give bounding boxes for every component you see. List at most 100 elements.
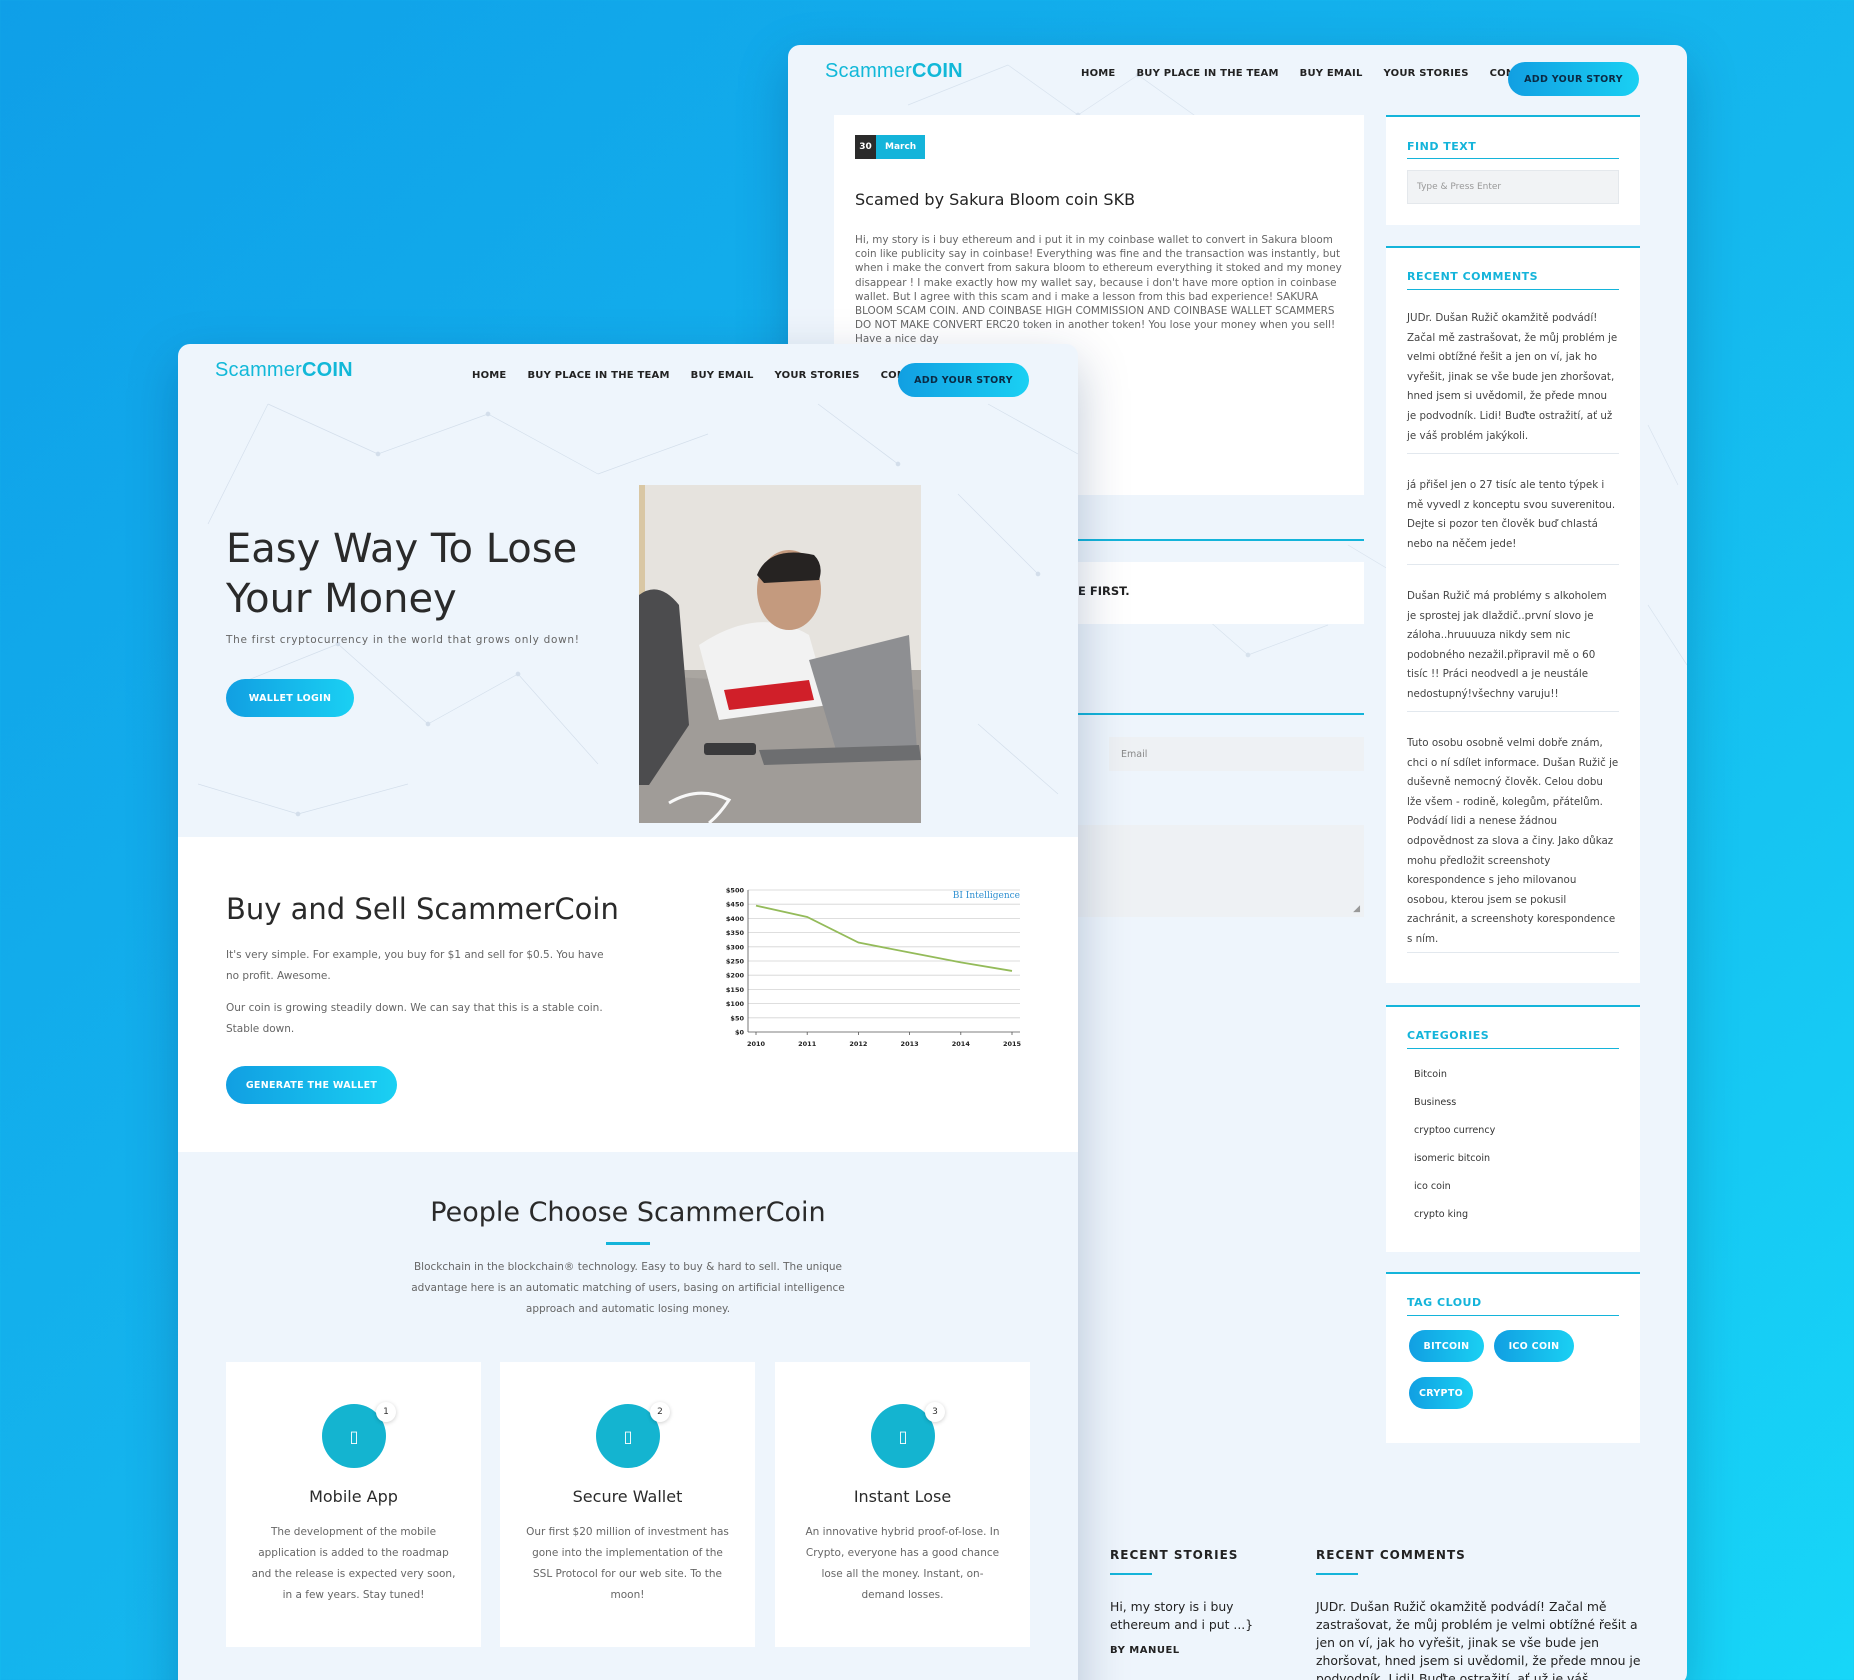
chart-x-tick-label: 2015 — [1003, 1040, 1022, 1048]
chart-y-tick-label: $250 — [726, 958, 745, 966]
buy-sell-section: Buy and Sell ScammerCoin It's very simpl… — [178, 837, 1078, 1152]
feature-number-badge: 1 — [376, 1402, 396, 1422]
tag-bitcoin[interactable]: BITCOIN — [1409, 1330, 1484, 1362]
tag-crypto[interactable]: CRYPTO — [1409, 1377, 1473, 1409]
recent-comments-widget: RECENT COMMENTS JUDr. Dušan Ružič okamži… — [1386, 246, 1640, 983]
buy-sell-text-2: Our coin is growing steadily down. We ca… — [226, 1002, 603, 1035]
widget-rule — [1407, 1315, 1619, 1316]
comment-item[interactable]: Tuto osobu osobně velmi dobře znám, chci… — [1407, 734, 1619, 950]
comment-divider — [1407, 711, 1619, 712]
tag-cloud-title: TAG CLOUD — [1407, 1296, 1482, 1309]
tag-cloud-widget: TAG CLOUD BITCOIN ICO COIN CRYPTO — [1386, 1272, 1640, 1443]
comment-item[interactable]: JUDr. Dušan Ružič okamžitě podvádí! Zača… — [1407, 309, 1619, 446]
footer-story-author: BY MANUEL — [1110, 1645, 1180, 1656]
chart-y-tick-label: $50 — [730, 1014, 744, 1022]
category-link[interactable]: Bitcoin — [1414, 1069, 1447, 1080]
category-link[interactable]: isomeric bitcoin — [1414, 1153, 1490, 1164]
feature-text: The development of the mobile applicatio… — [251, 1526, 456, 1601]
nav-stories[interactable]: YOUR STORIES — [775, 370, 860, 381]
feature-text: Our first $20 million of investment has … — [526, 1526, 729, 1601]
chart-y-tick-label: $500 — [726, 887, 745, 895]
search-input[interactable]: Type & Press Enter — [1407, 170, 1619, 204]
logo[interactable]: ScammerCOIN — [825, 60, 963, 83]
email-field[interactable]: Email — [1109, 737, 1364, 771]
generate-wallet-button[interactable]: GENERATE THE WALLET — [226, 1066, 397, 1104]
wallet-login-button[interactable]: WALLET LOGIN — [226, 679, 354, 717]
comment-divider — [1407, 453, 1619, 454]
chart-y-tick-label: $200 — [726, 972, 745, 980]
chart-y-tick-label: $0 — [735, 1029, 745, 1037]
chart-x-tick-label: 2010 — [747, 1040, 766, 1048]
nav-buy-place[interactable]: BUY PLACE IN THE TEAM — [1136, 68, 1278, 79]
chart-x-tick-label: 2013 — [901, 1040, 919, 1048]
add-story-button[interactable]: ADD YOUR STORY — [1508, 62, 1639, 96]
chart-y-tick-label: $150 — [726, 986, 745, 994]
feature-card-wallet: ▯ 2 Secure Wallet Our first $20 million … — [500, 1362, 755, 1647]
category-link[interactable]: Business — [1414, 1097, 1456, 1108]
tag-ico-coin[interactable]: ICO COIN — [1494, 1330, 1574, 1362]
footer-stories-title: RECENT STORIES — [1110, 1548, 1239, 1562]
footer-comments-title: RECENT COMMENTS — [1316, 1548, 1466, 1562]
categories-widget: CATEGORIES Bitcoin Business cryptoo curr… — [1386, 1005, 1640, 1252]
find-widget: FIND TEXT Type & Press Enter — [1386, 115, 1640, 225]
nav-home[interactable]: HOME — [1081, 68, 1115, 79]
logo[interactable]: ScammerCOIN — [215, 359, 353, 382]
nav-buy-place[interactable]: BUY PLACE IN THE TEAM — [527, 370, 669, 381]
post-date-day: 30 — [855, 135, 876, 159]
category-link[interactable]: crypto king — [1414, 1209, 1468, 1220]
feature-title: Mobile App — [309, 1487, 398, 1506]
find-widget-title: FIND TEXT — [1407, 140, 1477, 153]
chart-x-tick-label: 2014 — [952, 1040, 971, 1048]
add-story-button[interactable]: ADD YOUR STORY — [898, 363, 1029, 397]
footer-comment-link[interactable]: JUDr. Dušan Ružič okamžitě podvádí! Zača… — [1316, 1598, 1641, 1680]
comment-item[interactable]: já přišel jen o 27 tisíc ale tento týpek… — [1407, 476, 1619, 554]
main-nav: HOME BUY PLACE IN THE TEAM BUY EMAIL YOU… — [1081, 68, 1543, 79]
hero-subtitle: The first cryptocurrency in the world th… — [226, 634, 580, 646]
nav-home[interactable]: HOME — [472, 370, 506, 381]
chart-y-tick-label: $100 — [726, 1000, 745, 1008]
divider — [1078, 539, 1364, 541]
chart-watermark: BI Intelligence — [953, 891, 1020, 901]
footer-story-link[interactable]: Hi, my story is i buy ethereum and i put… — [1110, 1598, 1296, 1634]
divider — [1078, 713, 1364, 715]
nav-buy-email[interactable]: BUY EMAIL — [691, 370, 754, 381]
chart-y-tick-label: $450 — [726, 901, 745, 909]
person-at-laptop-image — [639, 485, 921, 823]
footer-rule — [1110, 1573, 1152, 1575]
features-section: People Choose ScammerCoin Blockchain in … — [178, 1152, 1078, 1680]
feature-title: Secure Wallet — [572, 1487, 683, 1506]
hero-title: Easy Way To Lose Your Money — [226, 526, 578, 622]
footer-rule — [1316, 1573, 1358, 1575]
post-title: Scamed by Sakura Bloom coin SKB — [855, 190, 1136, 209]
features-title: People Choose ScammerCoin — [430, 1197, 826, 1228]
post-date-month: March — [876, 135, 926, 159]
categories-title: CATEGORIES — [1407, 1029, 1490, 1042]
features-lead: Blockchain in the blockchain® technology… — [411, 1261, 845, 1315]
feature-number-badge: 2 — [650, 1402, 670, 1422]
feature-title: Instant Lose — [853, 1487, 952, 1506]
chart-y-tick-label: $300 — [726, 943, 745, 951]
feature-card-lose: ▯ 3 Instant Lose An innovative hybrid pr… — [775, 1362, 1030, 1647]
buy-sell-title: Buy and Sell ScammerCoin — [226, 892, 619, 926]
chart-x-tick-label: 2012 — [849, 1040, 867, 1048]
category-link[interactable]: cryptoo currency — [1414, 1125, 1495, 1136]
nav-stories[interactable]: YOUR STORIES — [1384, 68, 1469, 79]
recent-comments-title: RECENT COMMENTS — [1407, 270, 1539, 283]
nav-buy-email[interactable]: BUY EMAIL — [1300, 68, 1363, 79]
buy-sell-text-1: It's very simple. For example, you buy f… — [226, 949, 604, 982]
category-link[interactable]: ico coin — [1414, 1181, 1451, 1192]
comment-item[interactable]: Dušan Ružič má problémy s alkoholem je s… — [1407, 587, 1619, 705]
chart-y-tick-label: $400 — [726, 915, 745, 923]
widget-rule — [1407, 289, 1619, 290]
feature-text: An innovative hybrid proof-of-lose. In C… — [805, 1526, 1000, 1601]
feature-number-badge: 3 — [925, 1402, 945, 1422]
feature-card-mobile: ▯ 1 Mobile App The development of the mo… — [226, 1362, 481, 1647]
chart-x-tick-label: 2011 — [798, 1040, 817, 1048]
comment-heading-box: E FIRST. — [1078, 562, 1364, 624]
comment-heading: E FIRST. — [1078, 584, 1130, 598]
post-body: Hi, my story is i buy ethereum and i put… — [855, 234, 1342, 346]
comment-textarea[interactable]: ◢ — [1078, 825, 1364, 917]
chart-y-tick-label: $350 — [726, 929, 745, 937]
widget-rule — [1407, 1048, 1619, 1049]
resize-handle-icon[interactable]: ◢ — [1353, 904, 1360, 914]
